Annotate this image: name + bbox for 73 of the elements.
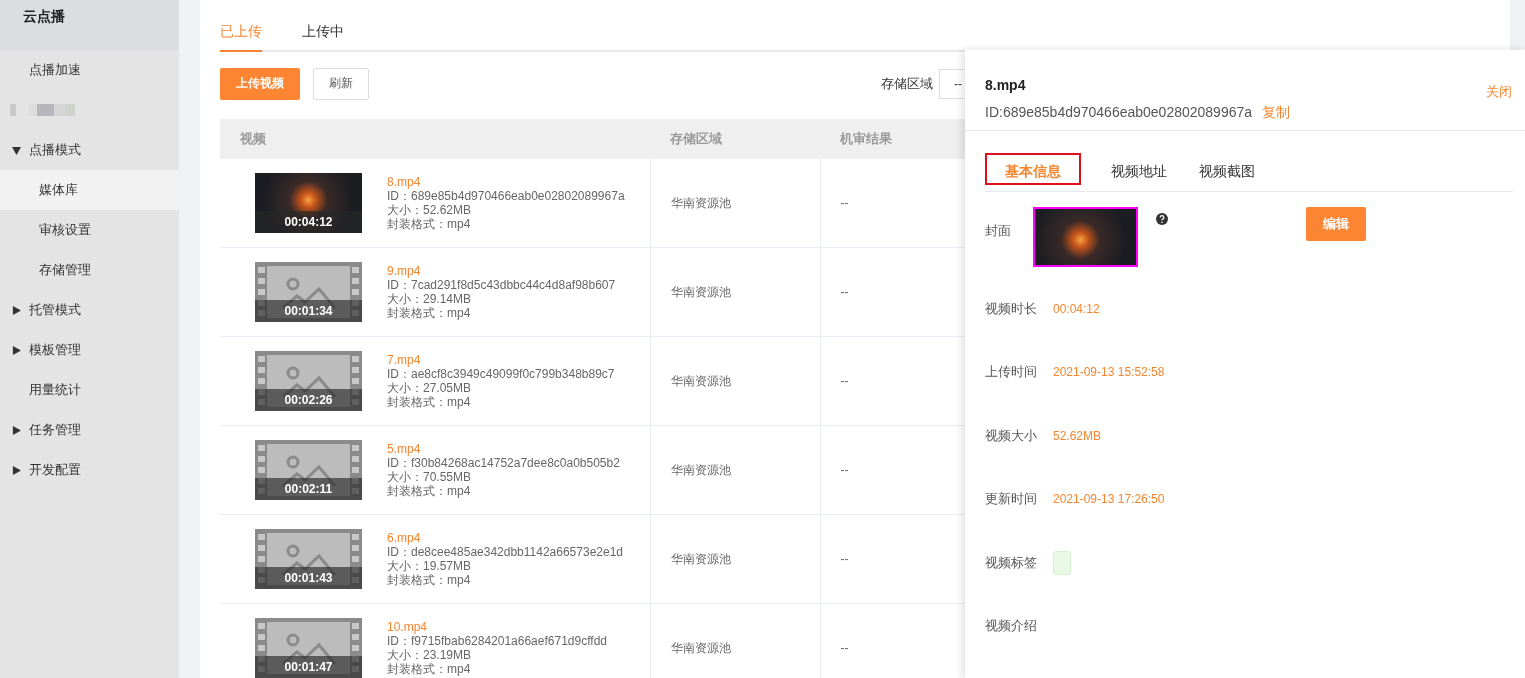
table-cell: 华南资源池	[670, 640, 731, 655]
table-cell: --	[840, 285, 849, 299]
refresh-button[interactable]: 刷新	[313, 67, 369, 100]
video-format-text: 封装格式：mp4	[387, 217, 472, 231]
video-placeholder-icon	[255, 529, 362, 589]
video-size-text: 大小：70.55MB	[387, 470, 473, 484]
video-size-text: 大小：27.05MB	[387, 381, 473, 395]
video-id-text: ID：f9715fbab6284201a66aef671d9cffdd	[387, 634, 607, 648]
sidebar-item[interactable]: 媒体库	[0, 170, 179, 210]
field-label: 上传时间	[985, 363, 1038, 382]
video-size-text: 大小：29.14MB	[387, 292, 473, 306]
storage-region-select[interactable]: --	[939, 68, 963, 99]
sidebar-title: 云点播	[23, 8, 65, 24]
sidebar-item[interactable]: 模板管理	[0, 330, 179, 370]
table-cell: 华南资源池	[670, 195, 731, 210]
video-size-text: 大小：23.19MB	[387, 648, 473, 662]
field-label: 更新时间	[985, 490, 1038, 509]
empty-tag	[1053, 550, 1071, 575]
field-label: 视频介绍	[985, 617, 1038, 636]
duration-label: 00:01:34	[255, 300, 362, 322]
sidebar-item[interactable]: 开发配置	[0, 450, 179, 490]
video-format-text: 封装格式：mp4	[387, 662, 472, 676]
table-cell: --	[840, 374, 849, 388]
table-cell: 华南资源池	[670, 551, 731, 566]
field-value: 2021-09-13 17:26:50	[1053, 492, 1165, 507]
field-label: 视频标签	[985, 553, 1038, 572]
video-id-text: ID:689e85b4d970466eab0e02802089967a	[985, 104, 1253, 122]
video-placeholder-icon	[255, 440, 362, 500]
table-cell: 华南资源池	[670, 284, 731, 299]
field-label: 视频大小	[985, 426, 1038, 445]
tab[interactable]: 上传中	[302, 23, 344, 52]
column-header: 存储区域	[650, 119, 820, 159]
field-value: 00:04:12	[1053, 301, 1100, 316]
sidebar-item[interactable]: 托管模式	[0, 290, 179, 330]
duration-label: 00:01:43	[255, 567, 362, 589]
video-id-text: ID：f30b84268ac14752a7dee8c0a0b505b2	[387, 456, 620, 470]
video-placeholder-icon	[255, 262, 362, 322]
video-id-text: ID：7cad291f8d5c43dbbc44c4d8af98b607	[387, 278, 616, 292]
table-cell: 华南资源池	[670, 373, 731, 388]
video-size-text: 大小：52.62MB	[387, 203, 473, 217]
detail-title: 8.mp4	[985, 77, 1026, 93]
video-format-text: 封装格式：mp4	[387, 573, 472, 587]
video-format-text: 封装格式：mp4	[387, 484, 472, 498]
sidebar-item[interactable]: 审核设置	[0, 210, 179, 250]
duration-label: 00:02:26	[255, 389, 362, 411]
duration-label: 00:04:12	[255, 211, 362, 233]
cover-label: 封面	[985, 222, 1012, 240]
column-header: 视频	[220, 119, 650, 159]
duration-label: 00:02:11	[255, 478, 362, 500]
field-value: 52.62MB	[1053, 428, 1102, 443]
table-cell: --	[840, 641, 849, 655]
sidebar-item[interactable]: 存储管理	[0, 250, 179, 290]
help-icon[interactable]	[1156, 213, 1168, 225]
sidebar-item[interactable]: 任务管理	[0, 410, 179, 450]
video-placeholder-icon	[255, 351, 362, 411]
duration-label: 00:01:47	[255, 656, 362, 678]
video-format-text: 封装格式：mp4	[387, 395, 472, 409]
table-cell: --	[840, 552, 849, 566]
sidebar-item[interactable]: 点播加速	[0, 50, 179, 90]
video-id-text: ID：689e85b4d970466eab0e02802089967a	[387, 189, 625, 203]
table-cell: --	[840, 196, 849, 210]
video-format-text: 封装格式：mp4	[387, 306, 472, 320]
field-value: 2021-09-13 15:52:58	[1053, 365, 1165, 380]
sidebar-item[interactable]: 用量统计	[0, 370, 179, 410]
table-cell: 华南资源池	[670, 462, 731, 477]
field-label: 视频时长	[985, 299, 1038, 318]
table-cell: --	[840, 463, 849, 477]
sidebar-item[interactable]: 点播模式	[0, 130, 179, 170]
video-placeholder-icon	[255, 618, 362, 678]
storage-region-label: 存储区域	[881, 74, 933, 93]
video-id-text: ID：de8cee485ae342dbb1142a66573e2e1d	[387, 545, 623, 559]
video-id-text: ID：ae8cf8c3949c49099f0c799b348b89c7	[387, 367, 615, 381]
video-size-text: 大小：19.57MB	[387, 559, 473, 573]
